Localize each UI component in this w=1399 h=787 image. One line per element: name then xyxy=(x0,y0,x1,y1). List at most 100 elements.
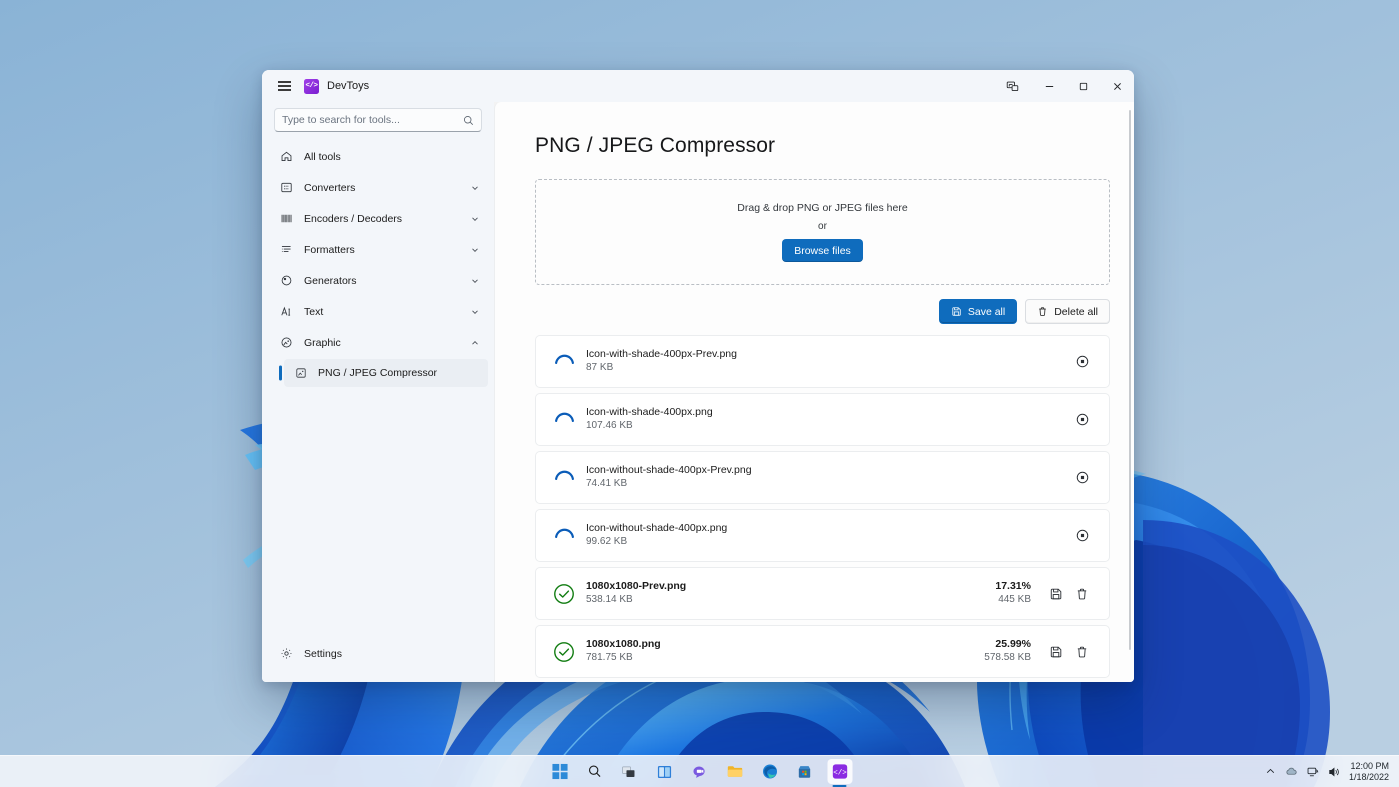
task-view-icon[interactable] xyxy=(617,759,642,784)
compressed-size: 445 KB xyxy=(995,593,1031,608)
search-icon[interactable] xyxy=(582,759,607,784)
clock-date: 1/18/2022 xyxy=(1349,772,1389,783)
widgets-icon[interactable] xyxy=(652,759,677,784)
compression-percent: 17.31% xyxy=(995,579,1031,593)
trash-icon[interactable] xyxy=(1069,581,1095,607)
progress-spinner-icon xyxy=(548,523,580,548)
sidebar-item-label: Generators xyxy=(304,275,357,287)
home-icon xyxy=(278,150,295,163)
file-row[interactable]: 1080x1080.png 781.75 KB 25.99% 578.58 KB xyxy=(535,625,1110,678)
sidebar-item-all-tools[interactable]: All tools xyxy=(268,142,488,171)
network-icon[interactable] xyxy=(1307,766,1319,778)
dropzone-instruction: Drag & drop PNG or JPEG files here xyxy=(737,202,907,214)
file-size: 107.46 KB xyxy=(586,419,1069,434)
file-name: 1080x1080-Prev.png xyxy=(586,579,995,593)
sidebar-item-formatters[interactable]: Formatters xyxy=(268,235,488,264)
file-row[interactable]: Icon-with-shade-400px.png 107.46 KB xyxy=(535,393,1110,446)
window-titlebar: </> DevToys xyxy=(262,70,1134,102)
dropzone-or-label: or xyxy=(818,221,827,232)
cloud-icon[interactable] xyxy=(1285,765,1298,778)
search-icon xyxy=(463,115,474,126)
show-hidden-icons-icon[interactable] xyxy=(1265,766,1276,777)
sidebar-item-encoders-decoders[interactable]: Encoders / Decoders xyxy=(268,204,488,233)
stop-icon[interactable] xyxy=(1069,349,1095,375)
desktop: </> DevToys xyxy=(0,0,1399,787)
file-row[interactable]: 1080x1080-Prev.png 538.14 KB 17.31% 445 … xyxy=(535,567,1110,620)
system-tray: 12:00 PM 1/18/2022 xyxy=(1265,756,1393,787)
delete-all-label: Delete all xyxy=(1054,306,1098,318)
sidebar-item-graphic[interactable]: Graphic xyxy=(268,328,488,357)
save-icon[interactable] xyxy=(1043,639,1069,665)
compressed-size: 578.58 KB xyxy=(984,651,1031,666)
progress-spinner-icon xyxy=(548,465,580,490)
file-name: Icon-with-shade-400px.png xyxy=(586,405,1069,419)
save-icon[interactable] xyxy=(1043,581,1069,607)
progress-spinner-icon xyxy=(548,407,580,432)
chevron-down-icon xyxy=(470,214,480,224)
trash-icon xyxy=(1037,306,1048,317)
sidebar-item-converters[interactable]: Converters xyxy=(268,173,488,202)
minimize-icon[interactable] xyxy=(1032,70,1066,102)
file-name: Icon-without-shade-400px-Prev.png xyxy=(586,463,1069,477)
progress-spinner-icon xyxy=(548,349,580,374)
stop-icon[interactable] xyxy=(1069,407,1095,433)
search-box[interactable] xyxy=(274,108,482,132)
converters-icon xyxy=(278,181,295,194)
sidebar-item-label: Text xyxy=(304,306,323,318)
sidebar-footer: Settings xyxy=(262,639,494,682)
delete-all-button[interactable]: Delete all xyxy=(1025,299,1110,324)
hamburger-menu-icon[interactable] xyxy=(267,71,301,101)
compact-overlay-icon[interactable] xyxy=(992,70,1032,102)
search-container xyxy=(262,104,494,142)
file-size: 87 KB xyxy=(586,361,1069,376)
browse-files-button[interactable]: Browse files xyxy=(782,239,863,262)
sidebar-item-label: Encoders / Decoders xyxy=(304,213,402,225)
file-name: Icon-with-shade-400px-Prev.png xyxy=(586,347,1069,361)
volume-icon[interactable] xyxy=(1328,766,1340,778)
success-check-icon xyxy=(548,640,580,664)
file-name: Icon-without-shade-400px.png xyxy=(586,521,1069,535)
formatters-icon xyxy=(278,243,295,256)
clock[interactable]: 12:00 PM 1/18/2022 xyxy=(1349,761,1393,783)
search-input[interactable] xyxy=(282,114,463,126)
success-check-icon xyxy=(548,582,580,606)
stop-icon[interactable] xyxy=(1069,523,1095,549)
sidebar-item-generators[interactable]: Generators xyxy=(268,266,488,295)
content-scrollbar[interactable] xyxy=(1129,110,1132,650)
stop-icon[interactable] xyxy=(1069,465,1095,491)
window-controls xyxy=(992,70,1134,102)
sidebar-item-label: Graphic xyxy=(304,337,341,349)
sidebar-item-text[interactable]: Text xyxy=(268,297,488,326)
close-icon[interactable] xyxy=(1100,70,1134,102)
chevron-down-icon xyxy=(470,276,480,286)
file-explorer-icon[interactable] xyxy=(722,759,747,784)
save-all-button[interactable]: Save all xyxy=(939,299,1017,324)
taskbar: </> xyxy=(0,755,1399,787)
graphic-icon xyxy=(278,336,295,349)
file-row[interactable]: Icon-without-shade-400px-Prev.png 74.41 … xyxy=(535,451,1110,504)
sidebar-item-label: All tools xyxy=(304,151,341,163)
chevron-down-icon xyxy=(470,183,480,193)
store-icon[interactable] xyxy=(792,759,817,784)
chevron-down-icon xyxy=(470,245,480,255)
file-size: 538.14 KB xyxy=(586,593,995,608)
devtoys-icon[interactable]: </> xyxy=(827,759,852,784)
bulk-actions: Save all Delete all xyxy=(535,299,1110,324)
sidebar: All tools Converters xyxy=(262,102,494,682)
trash-icon[interactable] xyxy=(1069,639,1095,665)
file-dropzone[interactable]: Drag & drop PNG or JPEG files here or Br… xyxy=(535,179,1110,285)
devtoys-logo-icon: </> xyxy=(304,79,319,94)
file-list: Icon-with-shade-400px-Prev.png 87 KB xyxy=(535,335,1110,678)
maximize-icon[interactable] xyxy=(1066,70,1100,102)
edge-icon[interactable] xyxy=(757,759,782,784)
file-size: 99.62 KB xyxy=(586,535,1069,550)
sidebar-item-png-jpeg-compressor[interactable]: PNG / JPEG Compressor xyxy=(284,359,488,387)
file-row[interactable]: Icon-without-shade-400px.png 99.62 KB xyxy=(535,509,1110,562)
file-row[interactable]: Icon-with-shade-400px-Prev.png 87 KB xyxy=(535,335,1110,388)
taskbar-items: </> xyxy=(547,756,852,787)
sidebar-item-settings[interactable]: Settings xyxy=(268,639,488,668)
chat-icon[interactable] xyxy=(687,759,712,784)
start-icon[interactable] xyxy=(547,759,572,784)
app-title: DevToys xyxy=(327,80,369,92)
devtoys-window: </> DevToys xyxy=(262,70,1134,682)
